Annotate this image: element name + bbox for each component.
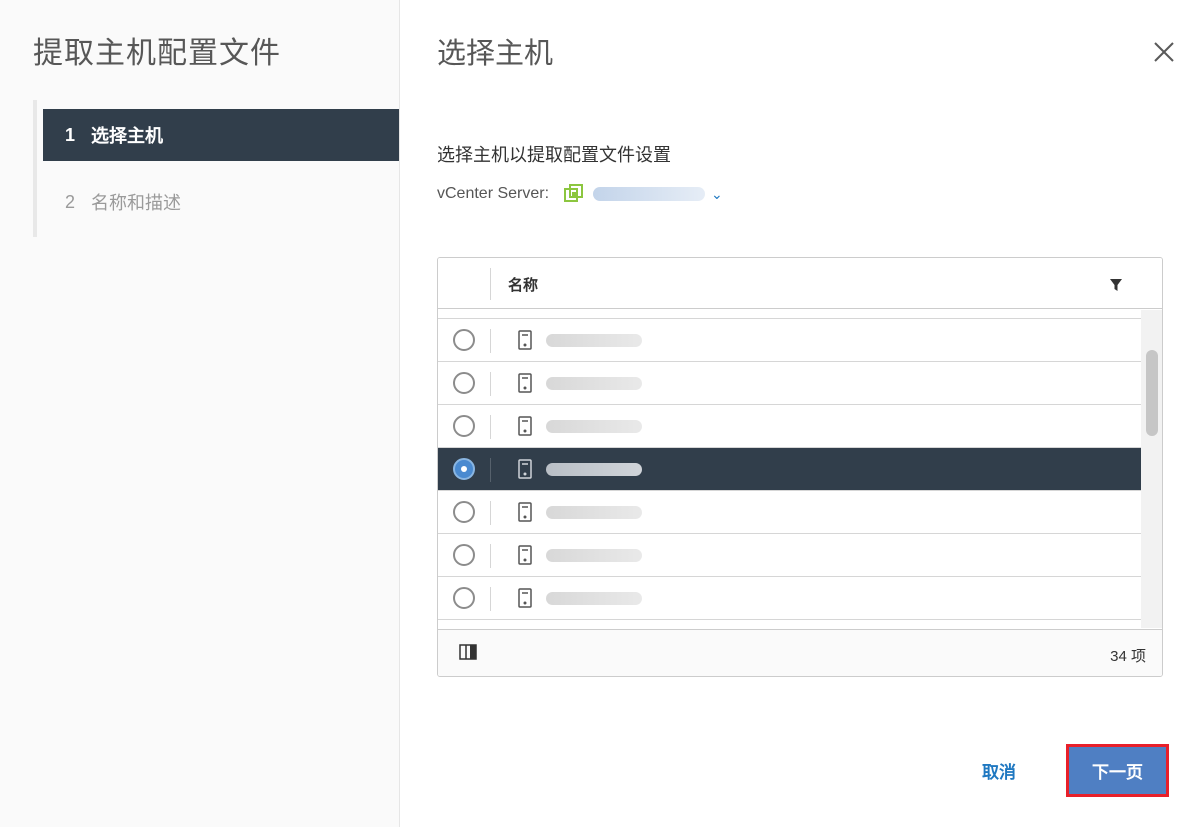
host-name [546, 506, 642, 519]
table-row[interactable] [438, 405, 1141, 448]
row-radio[interactable] [453, 544, 475, 566]
table-row[interactable] [438, 577, 1141, 620]
column-separator [490, 268, 491, 300]
host-name [546, 463, 642, 476]
close-icon [1154, 42, 1174, 62]
wizard-step-select-host[interactable]: 1 选择主机 [43, 109, 399, 161]
host-server-icon [518, 545, 532, 565]
row-radio[interactable] [453, 372, 475, 394]
vcenter-icon [564, 184, 584, 202]
cancel-button[interactable]: 取消 [965, 748, 1033, 792]
row-radio-selected[interactable] [453, 458, 475, 480]
host-name [546, 334, 642, 347]
cell-separator [490, 544, 491, 568]
step-number: 1 [65, 124, 76, 145]
close-button[interactable] [1150, 38, 1178, 66]
section-subtitle: 选择主机以提取配置文件设置 [437, 145, 671, 165]
row-radio[interactable] [453, 415, 475, 437]
table-row[interactable] [438, 620, 1141, 628]
column-header-name[interactable]: 名称 [508, 274, 538, 295]
page-title: 选择主机 [437, 38, 554, 70]
partial-row [438, 310, 1141, 319]
cell-separator [490, 372, 491, 396]
grid-header: 名称 [438, 258, 1162, 309]
table-row[interactable] [438, 319, 1141, 362]
table-row-selected[interactable] [438, 448, 1141, 491]
host-server-icon [518, 330, 532, 350]
host-name [546, 549, 642, 562]
step-label: 名称和描述 [91, 193, 181, 213]
host-name [546, 377, 642, 390]
vcenter-selector-row: vCenter Server: ⌄ [437, 182, 723, 206]
wizard-step-name-description[interactable]: 2 名称和描述 [43, 176, 399, 228]
cell-separator [490, 329, 491, 353]
wizard-title: 提取主机配置文件 [33, 37, 281, 70]
row-radio[interactable] [453, 329, 475, 351]
host-server-icon [518, 373, 532, 393]
table-row[interactable] [438, 362, 1141, 405]
grid-footer: 34 项 [438, 629, 1162, 676]
table-row[interactable] [438, 491, 1141, 534]
cell-separator [490, 415, 491, 439]
host-datagrid: 名称 34 项 [437, 257, 1163, 677]
step-rail [33, 100, 37, 237]
cell-separator [490, 587, 491, 611]
item-count: 34 项 [1110, 648, 1146, 665]
cell-separator [490, 458, 491, 482]
row-radio[interactable] [453, 587, 475, 609]
grid-body [438, 310, 1141, 628]
host-server-icon [518, 588, 532, 608]
host-name [546, 592, 642, 605]
step-number: 2 [65, 191, 76, 212]
row-radio[interactable] [453, 501, 475, 523]
vcenter-server-value[interactable] [593, 187, 706, 201]
host-server-icon [518, 459, 532, 479]
filter-icon[interactable] [1109, 278, 1123, 292]
host-server-icon [518, 416, 532, 436]
scrollbar-thumb[interactable] [1146, 350, 1158, 436]
next-button[interactable]: 下一页 [1066, 744, 1169, 797]
host-name [546, 420, 642, 433]
cell-separator [490, 501, 491, 525]
table-row[interactable] [438, 534, 1141, 577]
wizard-sidebar: 提取主机配置文件 1 选择主机 2 名称和描述 [0, 0, 400, 827]
host-server-icon [518, 502, 532, 522]
vcenter-label: vCenter Server: [437, 185, 550, 202]
vertical-scrollbar[interactable] [1141, 310, 1162, 628]
chevron-down-icon[interactable]: ⌄ [711, 186, 723, 203]
column-toggle-icon[interactable] [459, 644, 477, 660]
step-label: 选择主机 [91, 126, 163, 146]
